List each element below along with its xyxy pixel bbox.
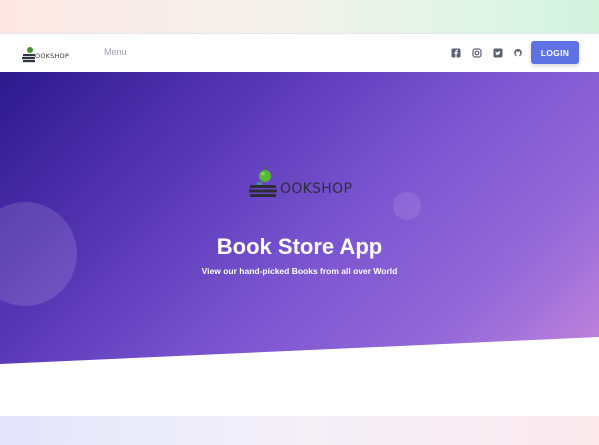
book-stack-icon	[22, 47, 35, 63]
github-icon[interactable]	[513, 48, 523, 58]
facebook-icon[interactable]	[451, 48, 461, 58]
login-button[interactable]: LOGIN	[531, 41, 579, 64]
bottom-gradient-strip	[0, 416, 599, 445]
hero-subtitle: View our hand-picked Books from all over…	[201, 266, 398, 276]
book-stack-apple-icon	[249, 167, 277, 197]
hero-brand-text: OOKSHOP	[280, 181, 353, 197]
brand-text: OOKSHOP	[35, 52, 69, 60]
top-gradient-strip	[0, 0, 599, 33]
hero-title: Book Store App	[216, 234, 383, 259]
menu-link[interactable]: Menu	[104, 47, 127, 57]
hero-section: OOKSHOP Book Store App View our hand-pic…	[0, 72, 599, 364]
decorative-circle-small	[393, 192, 421, 220]
hero-logo: OOKSHOP	[246, 167, 362, 201]
brand-logo[interactable]: OOKSHOP	[22, 46, 70, 63]
navbar: OOKSHOP Menu LOGIN	[0, 33, 599, 73]
twitter-icon[interactable]	[493, 48, 503, 58]
instagram-icon[interactable]	[472, 48, 482, 58]
